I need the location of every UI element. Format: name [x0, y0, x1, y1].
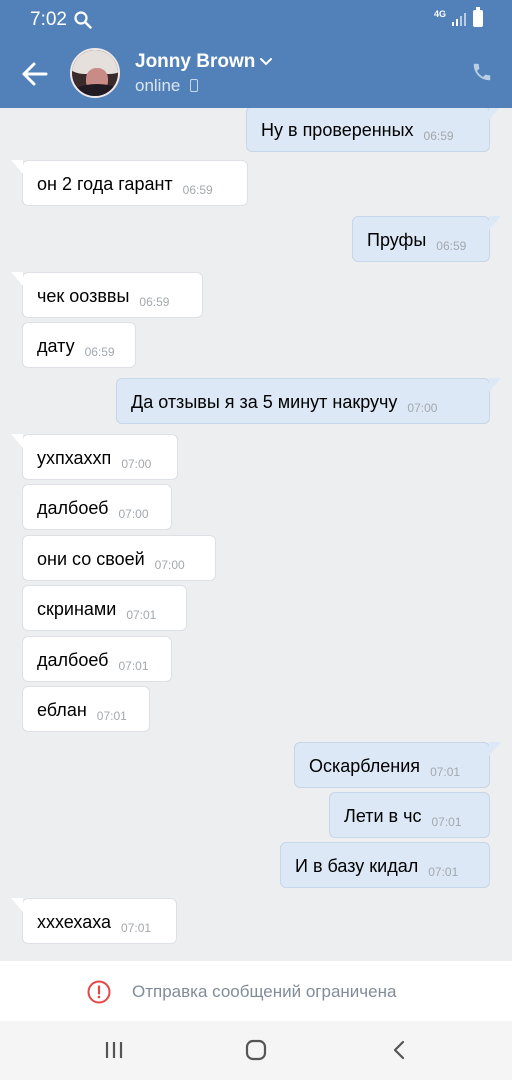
restricted-message: Отправка сообщений ограничена	[132, 982, 397, 1001]
phone-call-icon[interactable]	[471, 61, 493, 83]
presence-status: online	[135, 76, 181, 95]
status-time: 7:02	[30, 9, 67, 30]
message-outgoing[interactable]: Оскарбления 07:01	[294, 742, 501, 788]
message-outgoing[interactable]: Лети в чс 07:01	[329, 792, 490, 838]
message-incoming[interactable]: чек оозввы 06:59	[11, 272, 203, 318]
message-outgoing[interactable]: Да отзывы я за 5 минут накручу 07:00	[116, 378, 501, 424]
recent-apps-icon[interactable]	[102, 1038, 126, 1062]
chat-header: 7:02 4G Jonny Brown online	[0, 0, 512, 108]
message-incoming[interactable]: они со своей 07:00	[22, 535, 216, 581]
status-bar: 7:02 4G	[0, 0, 512, 38]
mobile-device-icon	[190, 79, 198, 92]
battery-icon	[473, 7, 483, 27]
back-arrow-icon[interactable]	[20, 60, 50, 88]
chevron-down-icon[interactable]	[259, 57, 273, 67]
back-nav-icon[interactable]	[388, 1038, 412, 1062]
signal-icon	[452, 13, 466, 26]
warning-icon	[87, 980, 111, 1004]
message-outgoing[interactable]: Ну в проверенных 06:59	[246, 108, 501, 152]
message-outgoing[interactable]: Пруфы 06:59	[352, 216, 501, 262]
message-incoming[interactable]: хххехаха 07:01	[11, 898, 177, 944]
message-list[interactable]: Ну в проверенных 06:59 он 2 года гарант 06…	[0, 108, 512, 961]
message-incoming[interactable]: дату 06:59	[22, 322, 136, 368]
message-incoming[interactable]: скринами 07:01	[22, 585, 187, 631]
home-icon[interactable]	[244, 1038, 268, 1062]
message-outgoing[interactable]: И в базу кидал 07:01	[280, 842, 490, 888]
message-incoming[interactable]: далбоеб 07:00	[22, 484, 172, 530]
search-icon	[74, 11, 92, 29]
avatar[interactable]	[70, 48, 120, 98]
message-incoming[interactable]: он 2 года гарант 06:59	[11, 160, 248, 206]
message-incoming[interactable]: еблан 07:01	[22, 686, 150, 732]
message-incoming[interactable]: далбоеб 07:01	[22, 636, 172, 682]
contact-name[interactable]: Jonny Brown	[135, 51, 255, 73]
network-type: 4G	[434, 9, 447, 19]
message-incoming[interactable]: ухпхаххп 07:00	[11, 434, 178, 480]
